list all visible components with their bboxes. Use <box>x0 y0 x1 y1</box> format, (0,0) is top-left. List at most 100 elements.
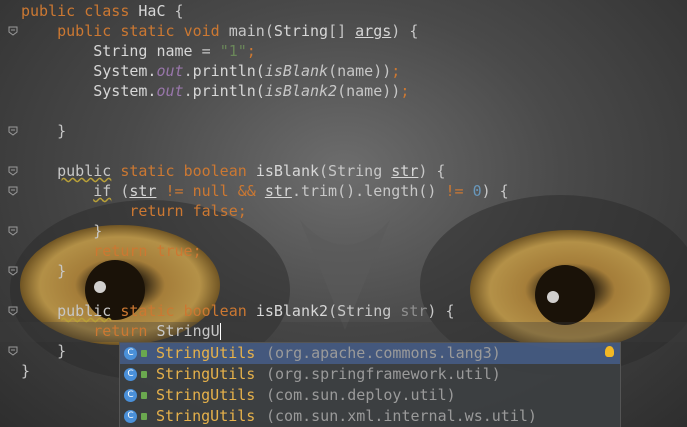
code-token: out <box>156 82 184 100</box>
lightbulb-icon[interactable] <box>605 346 614 357</box>
completion-popup[interactable]: C StringUtils (org.apache.commons.lang3) C S… <box>119 342 621 427</box>
fold-marker-icon[interactable] <box>8 266 18 276</box>
code-token: return <box>93 322 148 340</box>
fold-marker-icon[interactable] <box>8 166 18 176</box>
code-line[interactable]: } <box>21 361 30 381</box>
code-line[interactable]: return true; <box>21 241 201 261</box>
code-line[interactable]: if (str != null && str.trim().length() !… <box>21 181 508 201</box>
code-token: System. <box>93 62 157 80</box>
code-token: ) { <box>418 162 446 180</box>
fold-marker-icon[interactable] <box>8 226 18 236</box>
code-token: String <box>273 22 329 40</box>
code-token: ; <box>237 202 247 220</box>
text-cursor <box>219 323 221 340</box>
completion-item-name: StringUtils <box>156 407 256 425</box>
code-token: [] <box>328 22 356 40</box>
completion-item[interactable]: C StringUtils (org.apache.commons.lang3) <box>120 343 620 364</box>
code-token: } <box>21 122 67 140</box>
code-line[interactable]: public static boolean isBlank(String str… <box>21 161 445 181</box>
code-line[interactable]: return StringU <box>21 321 221 341</box>
fold-marker-icon[interactable] <box>8 306 18 316</box>
code-token: (name)) <box>337 82 401 100</box>
code-line[interactable]: } <box>21 221 102 241</box>
completion-item-name: StringUtils <box>156 365 256 383</box>
code-token: String <box>93 42 148 60</box>
code-token: } <box>21 262 67 280</box>
code-token: println( <box>192 62 265 80</box>
code-token: str <box>264 182 292 200</box>
code-token: str <box>129 182 157 200</box>
fold-marker-icon[interactable] <box>8 26 18 36</box>
code-token: } <box>21 362 31 380</box>
code-token: != <box>445 182 464 200</box>
code-token: str <box>391 162 419 180</box>
completion-item[interactable]: C StringUtils (com.sun.deploy.util) <box>120 385 620 406</box>
lock-icon <box>141 371 147 378</box>
code-line[interactable]: public static void main(String[] args) { <box>21 21 418 41</box>
code-token: null <box>192 182 229 200</box>
fold-marker-icon[interactable] <box>8 186 18 196</box>
completion-item-package: (org.apache.commons.lang3) <box>266 344 501 362</box>
code-token: .trim().length() <box>291 182 446 200</box>
code-token: isBlank2 <box>255 302 329 320</box>
code-token: ; <box>391 62 401 80</box>
code-token: ; <box>400 82 410 100</box>
code-token: && <box>237 182 256 200</box>
code-line[interactable]: } <box>21 261 66 281</box>
completion-item[interactable]: C StringUtils (org.springframework.util) <box>120 364 620 385</box>
code-token: class <box>84 2 130 20</box>
gutter <box>0 0 20 427</box>
class-icon: C <box>124 368 137 381</box>
completion-item-package: (com.sun.xml.internal.ws.util) <box>266 407 537 425</box>
code-line[interactable]: } <box>21 341 66 361</box>
code-token: StringU <box>147 322 220 340</box>
code-token: true <box>156 242 193 260</box>
completion-item-name: StringUtils <box>156 386 256 404</box>
code-token: static <box>120 302 175 320</box>
fold-marker-icon[interactable] <box>8 346 18 356</box>
code-token: . <box>183 82 193 100</box>
code-token: boolean <box>183 162 247 180</box>
code-line[interactable]: System.out.println(isBlank2(name)); <box>21 81 409 101</box>
lock-icon <box>141 392 147 399</box>
code-token: ( <box>111 182 130 200</box>
code-token: static <box>120 22 175 40</box>
code-token: args <box>355 22 392 40</box>
lock-icon <box>141 413 147 420</box>
code-token: . <box>183 62 193 80</box>
code-line[interactable]: System.out.println(isBlank(name)); <box>21 61 400 81</box>
code-line[interactable]: return false; <box>21 201 247 221</box>
code-token: 0 <box>472 182 482 200</box>
class-icon: C <box>124 347 137 360</box>
completion-item[interactable]: C StringUtils (com.sun.xml.internal.ws.uti… <box>120 406 620 427</box>
code-line[interactable]: public class HaC { <box>21 1 184 21</box>
code-token: println( <box>192 82 265 100</box>
code-editor[interactable]: public class HaC { public static void ma… <box>0 0 687 427</box>
completion-item-name: StringUtils <box>156 344 256 362</box>
code-token: { <box>165 2 184 20</box>
code-token: public <box>57 22 112 40</box>
code-token: "1" <box>219 42 247 60</box>
code-token: != <box>165 182 184 200</box>
code-line[interactable]: } <box>21 121 66 141</box>
code-token: = <box>192 42 220 60</box>
completion-item-package: (com.sun.deploy.util) <box>266 386 456 404</box>
code-line[interactable]: public static boolean isBlank2(String st… <box>21 301 454 321</box>
code-line[interactable]: String name = "1"; <box>21 41 256 61</box>
fold-marker-icon[interactable] <box>8 126 18 136</box>
code-token: isBlank <box>264 62 329 80</box>
